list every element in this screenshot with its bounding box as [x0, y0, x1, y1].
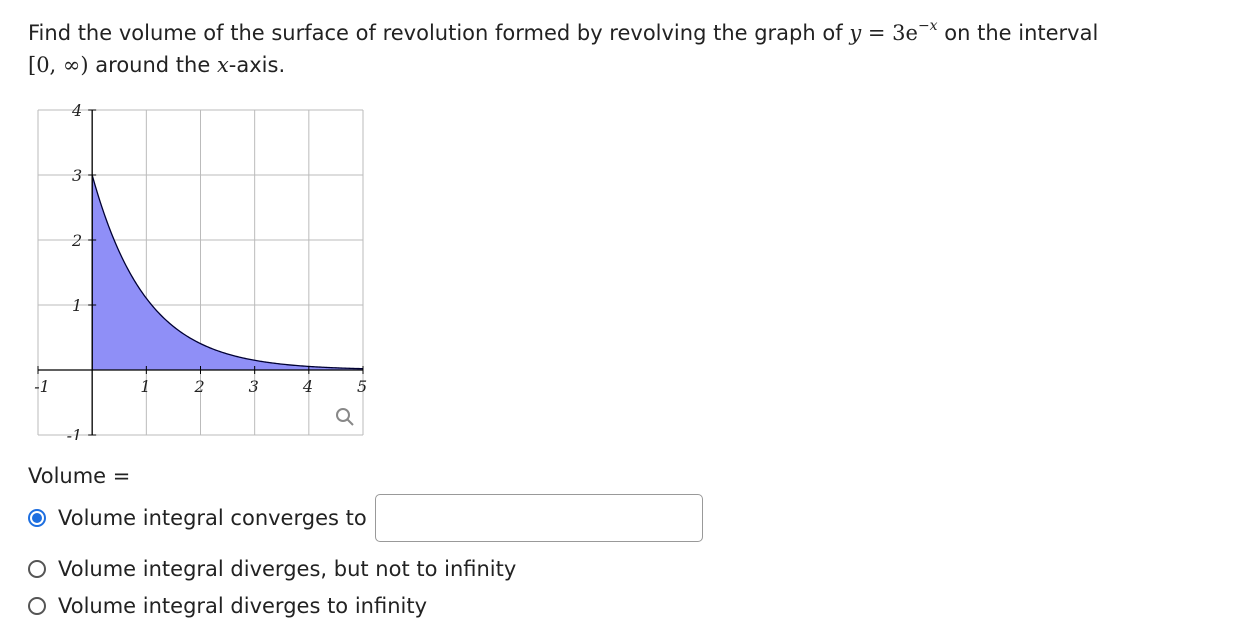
function-exponent: −x: [917, 18, 938, 34]
x-tick-label: 3: [249, 377, 259, 396]
y-tick-label: 1: [72, 296, 82, 315]
x-tick-label: 4: [302, 377, 313, 396]
problem-text-1: Find the volume of the surface of revolu…: [28, 21, 843, 45]
function-expression: = 3e: [861, 21, 918, 45]
revolution-region: [92, 175, 364, 370]
radio-converges[interactable]: [28, 509, 46, 527]
option-converges-label: Volume integral converges to: [58, 506, 367, 530]
problem-text-4: -axis.: [228, 53, 286, 77]
problem-statement: Find the volume of the surface of revolu…: [28, 10, 1228, 81]
function-y: y: [849, 21, 862, 45]
problem-text-2: on the interval: [944, 21, 1099, 45]
interval: [0, ∞): [28, 53, 89, 77]
option-diverges-infinity-label: Volume integral diverges to infinity: [58, 594, 427, 618]
volume-label: Volume =: [28, 464, 131, 488]
function-graph: -1 1 2 3 4 5 4 3 2 1 -1: [34, 101, 367, 440]
axis-variable: x: [216, 53, 229, 77]
radio-diverges-finite[interactable]: [28, 560, 46, 578]
y-tick-label: -1: [67, 426, 83, 440]
option-diverges-infinity[interactable]: Volume integral diverges to infinity: [28, 594, 427, 618]
option-diverges-finite-label: Volume integral diverges, but not to inf…: [58, 557, 517, 581]
magnifier-icon[interactable]: [336, 408, 354, 426]
y-tick-label: 4: [71, 101, 82, 120]
radio-diverges-infinity[interactable]: [28, 597, 46, 615]
y-tick-label: 2: [71, 231, 82, 250]
y-tick-label: 3: [72, 166, 82, 185]
option-diverges-finite[interactable]: Volume integral diverges, but not to inf…: [28, 557, 516, 581]
x-tick-label: -1: [34, 377, 50, 396]
x-tick-label: 1: [140, 377, 150, 396]
x-tick-label: 5: [357, 377, 367, 396]
x-tick-label: 2: [194, 377, 205, 396]
converges-value-input[interactable]: [374, 494, 703, 542]
option-converges[interactable]: Volume integral converges to: [28, 494, 703, 542]
problem-text-3: around the: [95, 53, 211, 77]
